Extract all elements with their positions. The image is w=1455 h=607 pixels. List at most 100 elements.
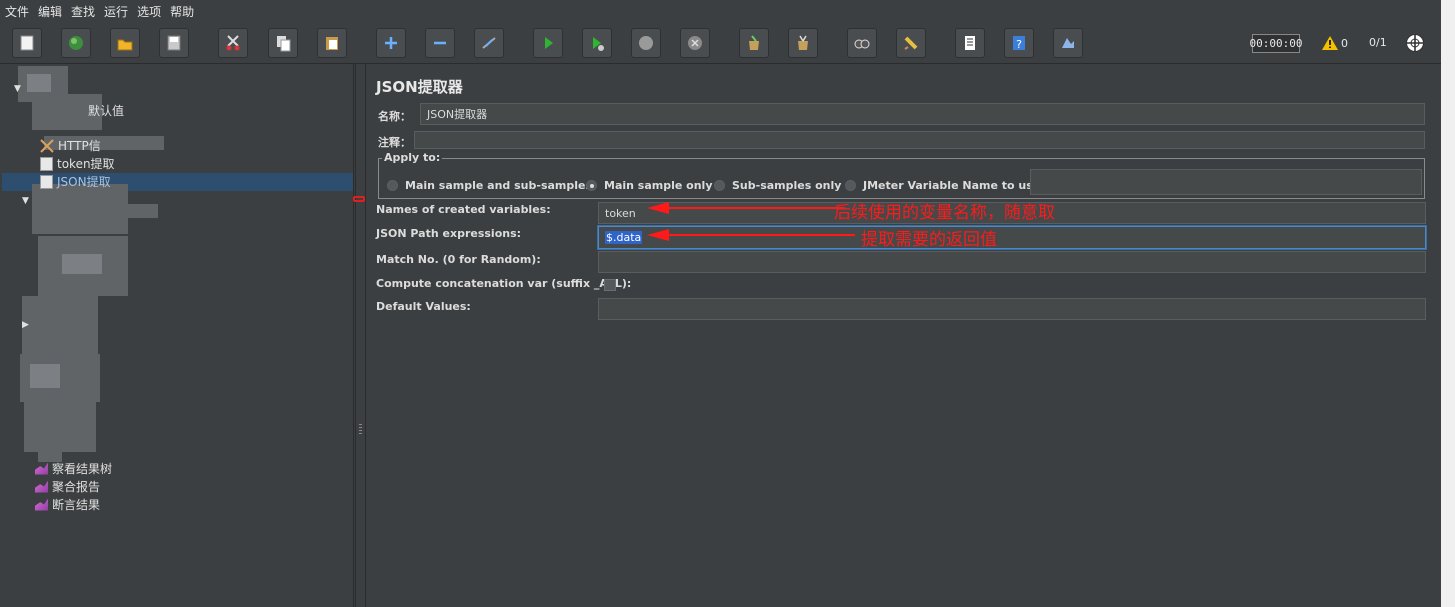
clear-icon: [749, 35, 759, 50]
radio-main-and-sub[interactable]: Main sample and sub-samples: [387, 179, 592, 192]
match-label: Match No. (0 for Random):: [376, 253, 541, 266]
function-helper-button[interactable]: [955, 28, 985, 58]
warning-counter[interactable]: 0: [1322, 36, 1348, 50]
warning-icon: [1322, 36, 1338, 50]
tree-item-label: HTTP信: [58, 139, 101, 153]
shutdown-icon: [688, 36, 702, 50]
radio-indicator: [387, 180, 398, 191]
radio-indicator: [845, 180, 856, 191]
svg-text:?: ?: [1016, 38, 1022, 51]
selected-text: $.data: [605, 231, 643, 244]
tree-item-label: 聚合报告: [52, 480, 101, 494]
radio-jmeter-variable[interactable]: JMeter Variable Name to use: [845, 179, 1040, 192]
globe-icon[interactable]: [1405, 33, 1425, 53]
paste-button[interactable]: [317, 28, 347, 58]
obscured-block: [42, 204, 158, 218]
page-title: JSON提取器: [376, 78, 463, 96]
concat-checkbox[interactable]: [604, 279, 616, 291]
cut-icon: [226, 35, 240, 51]
copy-button[interactable]: [268, 28, 298, 58]
reset-search-icon: [904, 36, 918, 50]
help-button[interactable]: ?: [1004, 28, 1034, 58]
templates-button[interactable]: [61, 28, 91, 58]
clear-button[interactable]: [739, 28, 769, 58]
menu-help[interactable]: 帮助: [170, 3, 194, 20]
collapse-toggle-icon[interactable]: ▶: [22, 320, 29, 330]
search-button[interactable]: [847, 28, 877, 58]
copy-icon: [277, 36, 291, 52]
toggle-button[interactable]: [474, 28, 504, 58]
toolbar: ? 00:00:00 0 0/1: [0, 22, 1441, 64]
reset-search-button[interactable]: [896, 28, 926, 58]
toggle-icon: [482, 37, 496, 49]
tree-item-assertion-results[interactable]: 断言结果: [35, 496, 100, 513]
start-button[interactable]: [533, 28, 563, 58]
menu-options[interactable]: 选项: [137, 3, 161, 20]
open-button[interactable]: [110, 28, 140, 58]
collapse-icon: [434, 41, 446, 45]
json-extractor-panel: JSON提取器 名称： JSON提取器 注释： Apply to: Main s…: [367, 64, 1441, 607]
panel-splitter[interactable]: [353, 64, 366, 607]
cut-button[interactable]: [218, 28, 248, 58]
radio-indicator: [586, 180, 597, 191]
stop-icon: [639, 36, 653, 50]
menu-run[interactable]: 运行: [104, 3, 128, 20]
warning-count: 0: [1341, 36, 1348, 50]
collapse-all-button[interactable]: [425, 28, 455, 58]
save-button[interactable]: [159, 28, 189, 58]
templates-icon: [69, 36, 83, 50]
stop-button[interactable]: [631, 28, 661, 58]
test-plan-tree[interactable]: 默认值 HTTP信 token提取 JSON提取 察看结果树 聚合报告 断言结果…: [2, 64, 354, 607]
sampler-icon: [40, 138, 54, 153]
drag-handle-icon[interactable]: [359, 424, 362, 436]
path-label: JSON Path expressions:: [376, 227, 522, 240]
start-no-pause-button[interactable]: [582, 28, 612, 58]
menu-file[interactable]: 文件: [5, 3, 29, 20]
thread-count: 0/1: [1369, 36, 1387, 49]
names-label: Names of created variables:: [376, 203, 551, 216]
obscured-block: [22, 296, 98, 356]
tree-item-view-results-tree[interactable]: 察看结果树: [35, 460, 112, 477]
expand-toggle-icon[interactable]: ▼: [14, 84, 21, 94]
tree-item-http[interactable]: HTTP信: [40, 137, 101, 154]
menu-bar: 文件 编辑 查找 运行 选项 帮助: [0, 0, 1441, 22]
menu-edit[interactable]: 编辑: [38, 3, 62, 20]
obscured-block: [30, 364, 60, 388]
default-values-input[interactable]: [598, 298, 1426, 320]
tree-item-defaults[interactable]: 默认值: [88, 102, 124, 119]
open-icon: [117, 39, 133, 51]
tree-item-aggregate-report[interactable]: 聚合报告: [35, 478, 100, 495]
radio-label: Main sample only: [604, 179, 713, 192]
radio-main-only[interactable]: Main sample only: [586, 179, 713, 192]
annotation-names-note: 后续使用的变量名称，随意取: [834, 203, 1055, 223]
menu-search[interactable]: 查找: [71, 3, 95, 20]
function-helper-icon: [965, 36, 975, 50]
match-number-input[interactable]: [598, 251, 1426, 273]
listener-icon: [35, 498, 48, 511]
extractor-icon: [40, 156, 53, 171]
listener-icon: [35, 462, 48, 475]
radio-sub-only[interactable]: Sub-samples only: [714, 179, 841, 192]
expand-all-button[interactable]: [376, 28, 406, 58]
apply-to-group: Apply to: Main sample and sub-samples Ma…: [378, 151, 1425, 199]
name-field[interactable]: JSON提取器: [420, 103, 1425, 125]
radio-label: Sub-samples only: [732, 179, 842, 192]
elapsed-timer: 00:00:00: [1250, 34, 1303, 53]
tree-item-label: JSON提取: [57, 175, 111, 189]
listener-icon: [35, 480, 48, 493]
tree-item-token-extractor[interactable]: token提取: [40, 155, 115, 172]
obscured-block: [62, 254, 102, 274]
annotation-marker: [353, 196, 365, 202]
shutdown-button[interactable]: [680, 28, 710, 58]
expand-toggle-icon[interactable]: ▼: [22, 196, 29, 206]
default-label: Default Values:: [376, 300, 471, 313]
tree-item-json-extractor[interactable]: JSON提取: [40, 173, 111, 190]
comment-field[interactable]: [414, 131, 1425, 149]
tree-item-label: 默认值: [88, 104, 125, 118]
obscured-block: [24, 402, 96, 452]
save-icon: [167, 35, 181, 51]
remote-button[interactable]: [1053, 28, 1083, 58]
jmeter-variable-input[interactable]: [1030, 169, 1422, 195]
clear-all-button[interactable]: [788, 28, 818, 58]
new-button[interactable]: [12, 28, 42, 58]
